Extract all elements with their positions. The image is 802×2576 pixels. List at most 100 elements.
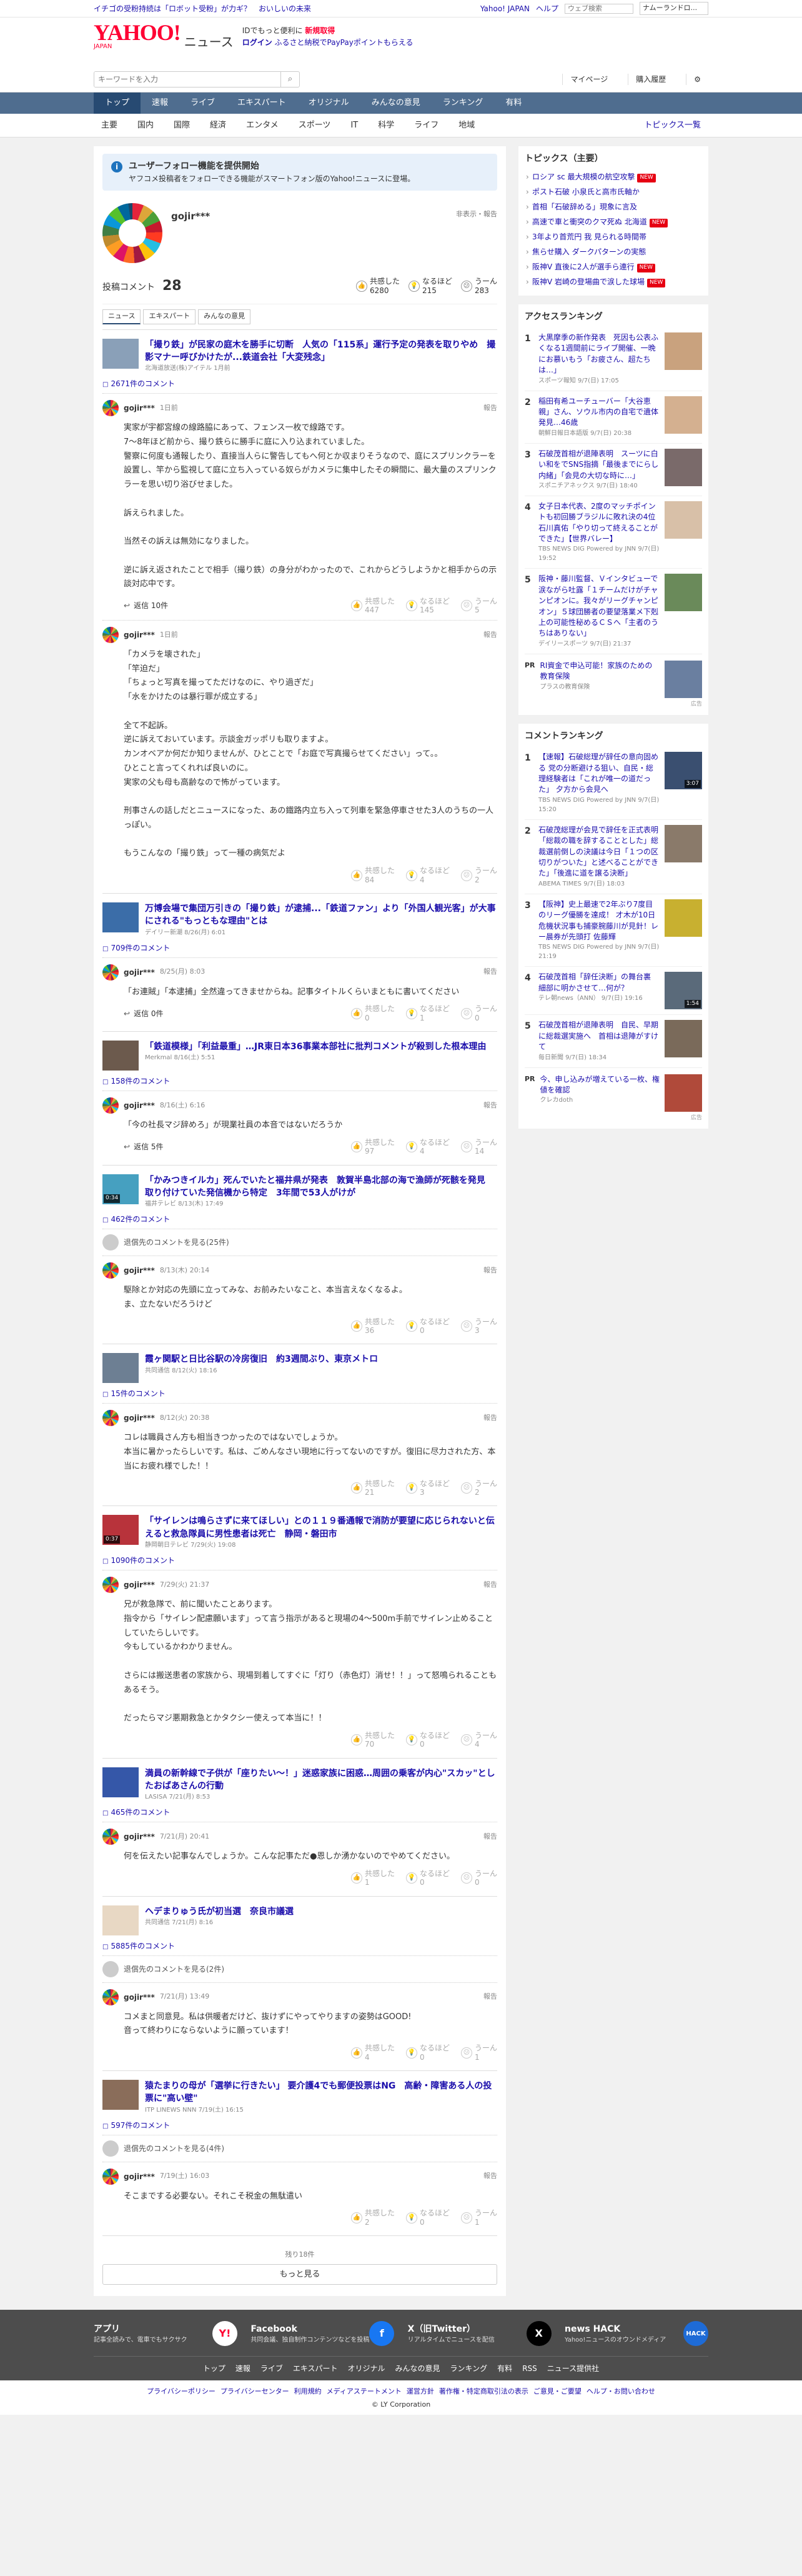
topic-tab[interactable]: スポーツ [289, 119, 341, 132]
help-link[interactable]: ヘルプ [536, 3, 558, 14]
comment-count-link[interactable]: 1090件のコメント [102, 1550, 497, 1571]
footer-app-0[interactable]: アプリ 記事全読みで、電車でもサクサク Y! [94, 2321, 237, 2347]
user-avatar[interactable] [102, 2168, 119, 2185]
comment-user[interactable]: gojir*** [124, 629, 155, 641]
user-avatar[interactable] [102, 1577, 119, 1594]
report-link[interactable]: 報告 [483, 1413, 497, 1424]
topic-item[interactable]: 首相「石破辞める」現象に言及 [525, 199, 702, 214]
reaction-button[interactable]: 💡 なるほど 0 [405, 2044, 450, 2062]
reaction-button[interactable]: 👍 共感した 4 [350, 2044, 395, 2062]
article-thumbnail[interactable] [102, 338, 139, 369]
policy-link[interactable]: メディアステートメント [324, 2387, 404, 2395]
article-title[interactable]: 猿たまりの母が「選挙に行きたい」 要介護4でも郵便投票はNG 高齢・障害ある人の… [145, 2080, 497, 2105]
reaction-button[interactable]: 😕 うーん 1 [460, 2209, 497, 2227]
topics-all-link[interactable]: トピックス一覧 [644, 119, 708, 132]
article-title[interactable]: 万博会場で集団万引きの「撮り鉄」が逮捕...「鉄道ファン」より「外国人観光客」が… [145, 902, 497, 928]
x-icon[interactable]: X [526, 2321, 552, 2347]
search-icon[interactable]: ⌕ [280, 71, 299, 87]
footer-link[interactable]: ライブ [260, 2363, 283, 2374]
ranking-title[interactable]: 稲田有希ユーチューバー「大谷恵親」さん、ソウル市内の自宅で遺体発見…46歳 [538, 396, 660, 429]
article-title[interactable]: ヘデまりゅう氏が初当選 奈良市議選 [145, 1905, 294, 1918]
parent-comment-link[interactable]: 退償先のコメントを見る(4件) [102, 2135, 497, 2162]
reaction-button[interactable]: 💡 なるほど 3 [405, 1479, 450, 1497]
report-link[interactable]: 報告 [483, 967, 497, 977]
footer-link[interactable]: エキスパート [293, 2363, 338, 2374]
policy-link[interactable]: 利用規約 [292, 2387, 324, 2395]
article-thumbnail[interactable] [102, 1041, 139, 1071]
policy-link[interactable]: ご意見・ご要望 [531, 2387, 584, 2395]
tab-2[interactable]: みんなの意見 [198, 309, 251, 324]
cat-tab[interactable]: 速報 [141, 92, 179, 114]
comment-count-link[interactable]: 158件のコメント [102, 1071, 497, 1092]
user-avatar[interactable] [102, 626, 119, 643]
ranking-item[interactable]: 1 大黒摩季の新作発表 死因も公表ふくなる1週間前にライブ開催、一晩にお慕いもう「… [525, 327, 702, 391]
article-thumbnail[interactable] [102, 2080, 139, 2110]
user-avatar[interactable] [102, 1410, 119, 1427]
topic-tab[interactable]: 国内 [127, 119, 164, 132]
reaction-button[interactable]: 😕 うーん 2 [460, 1479, 497, 1497]
report-link[interactable]: 報告 [483, 1832, 497, 1842]
reaction-button[interactable]: 👍 共感した 1 [350, 1869, 395, 1887]
gear-icon[interactable]: ⚙ [686, 73, 708, 85]
tab-1[interactable]: エキスパート [143, 309, 196, 324]
reaction-button[interactable]: 👍 共感した 447 [350, 597, 395, 615]
topic-tab[interactable]: エンタメ [236, 119, 289, 132]
reaction-button[interactable]: 👍 共感した 21 [350, 1479, 395, 1497]
ranking-item[interactable]: 4 女子日本代表、2度のマッチポイントも初回勝ブラジルに敗れ決の4位 石川真佑「や… [525, 496, 702, 569]
reaction-button[interactable]: 👍 共感した 0 [350, 1004, 395, 1022]
user-avatar[interactable] [102, 1262, 119, 1279]
sponsored-item[interactable]: PR RI資金で申込可能！家族のための教育保険 プラスの教育保険 [525, 653, 702, 701]
facebook-icon[interactable]: f [369, 2321, 395, 2347]
ranking-item[interactable]: 3 【阪神】史上最速で2年ぶり7度目のリーグ優勝を達成！ 才木が10日危機状況事も… [525, 894, 702, 967]
topic-tab[interactable]: 国際 [164, 119, 200, 132]
parent-comment-link[interactable]: 退償先のコメントを見る(25件) [102, 1229, 497, 1257]
article-thumbnail[interactable]: 0:37 [102, 1515, 139, 1545]
cat-tab[interactable]: 有料 [494, 92, 533, 114]
footer-link[interactable]: みんなの意見 [395, 2363, 440, 2374]
comment-user[interactable]: gojir*** [124, 1831, 155, 1842]
reaction-button[interactable]: 😕 うーん 2 [460, 866, 497, 884]
tab-0[interactable]: ニュース [102, 309, 141, 324]
topic-tab[interactable]: 地域 [448, 119, 485, 132]
ranking-title[interactable]: 女子日本代表、2度のマッチポイントも初回勝ブラジルに敗れ決の4位 石川真佑「やり… [538, 501, 663, 545]
report-link[interactable]: 報告 [483, 630, 497, 641]
topic-tab[interactable]: IT [340, 119, 368, 132]
reaction-button[interactable]: 😕 うーん 3 [460, 1317, 497, 1335]
cat-tab[interactable]: オリジナル [297, 92, 360, 114]
comment-user[interactable]: gojir*** [124, 2171, 155, 2182]
ad-mark[interactable]: 広告 [525, 1114, 702, 1123]
ranking-title[interactable]: 石破茂首相が退陣表明 スーツに白い和をでSNS指摘「最後までにらし内緒」「会見の… [538, 449, 660, 481]
policy-link[interactable]: プライバシーポリシー [144, 2387, 218, 2395]
furusato-link[interactable]: ふるさと納税でPayPayポイントもらえる [275, 38, 413, 47]
topic-tab[interactable]: 科学 [368, 119, 404, 132]
user-avatar[interactable] [102, 1829, 119, 1845]
reaction-button[interactable]: 👍 共感した 97 [350, 1138, 395, 1156]
reaction-button[interactable]: 😕 うーん 14 [460, 1138, 497, 1156]
reaction-button[interactable]: 😕 うーん 0 [460, 1869, 497, 1887]
footer-link[interactable]: オリジナル [348, 2363, 385, 2374]
ranking-title[interactable]: 石破茂首相が退陣表明 自民、早期に総裁選実施へ 首相は退陣がすけて [538, 1020, 660, 1052]
topic-item[interactable]: 阪神V 岩崎の登場曲で涙した球場NEW [525, 274, 702, 289]
reaction-button[interactable]: 💡 なるほど 4 [405, 866, 450, 884]
comment-count-link[interactable]: 5885件のコメント [102, 1935, 497, 1956]
ranking-title[interactable]: 阪神・藤川監督、Ｖインタビューで涙ながら吐露「１チームだけがチャンピオンに。我々… [538, 574, 660, 639]
reply-button[interactable]: 返信 0件 [124, 1008, 163, 1019]
comment-count-link[interactable]: 465件のコメント [102, 1802, 497, 1823]
more-button[interactable]: もっと見る [102, 2264, 497, 2285]
reaction-button[interactable]: 💡 なるほど 1 [405, 1004, 450, 1022]
promo-link[interactable]: イチゴの受粉持続は「ロボット受粉」が力ギ？ おいしいの未来 [94, 3, 311, 14]
article-title[interactable]: 「サイレンは鳴らさずに来てほしい」との１１９番通報で消防が要望に応じられないと伝… [145, 1515, 497, 1540]
topic-item[interactable]: 高速で車と衝突のクマ死ぬ 北海道NEW [525, 214, 702, 229]
comment-user[interactable]: gojir*** [124, 967, 155, 978]
footer-app-3[interactable]: news HACK Yahoo!ニュースのオウンドメディア HACK [565, 2321, 708, 2347]
hide-report-link[interactable]: 非表示・報告 [456, 203, 497, 220]
topic-item[interactable]: 焦らせ購入 ダークパターンの実態 [525, 244, 702, 259]
comment-count-link[interactable]: 709件のコメント [102, 937, 497, 958]
footer-link[interactable]: ランキング [450, 2363, 488, 2374]
topic-item[interactable]: ロシア sc 最大規模の航空攻撃NEW [525, 169, 702, 184]
reaction-button[interactable]: 💡 なるほど 4 [405, 1138, 450, 1156]
reaction-button[interactable]: 💡 なるほど 0 [405, 1317, 450, 1335]
reply-button[interactable]: 返信 10件 [124, 600, 168, 611]
login-link[interactable]: ログイン [242, 38, 272, 47]
ranking-item[interactable]: 5 阪神・藤川監督、Ｖインタビューで涙ながら吐露「１チームだけがチャンピオンに。我… [525, 569, 702, 653]
